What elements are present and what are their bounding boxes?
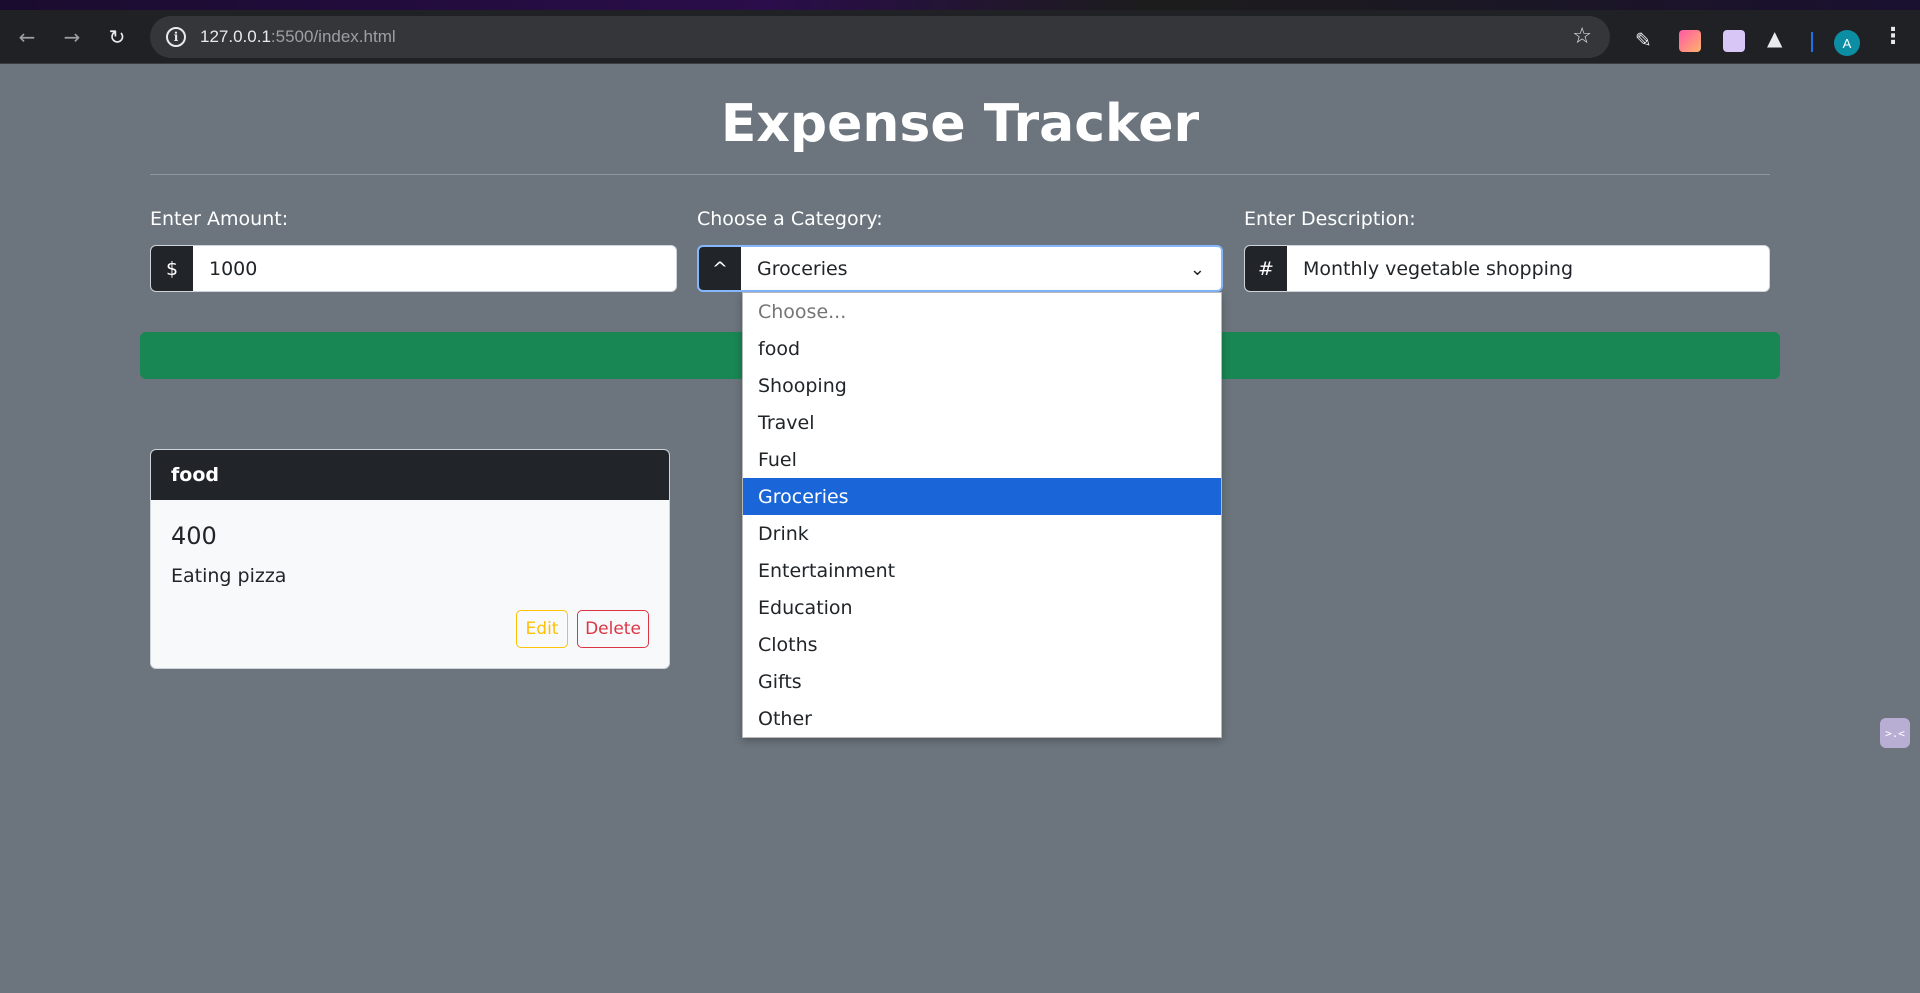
forward-arrow-icon[interactable]: → bbox=[55, 20, 89, 54]
amount-input[interactable]: 1000 bbox=[193, 246, 676, 291]
dropdown-option[interactable]: Travel bbox=[743, 404, 1221, 441]
expense-amount: 400 bbox=[171, 522, 217, 550]
floating-face-icon[interactable]: >.< bbox=[1880, 718, 1910, 748]
browser-toolbar: ← → ↻ i 127.0.0.1:5500/index.html ☆ ✎ ▲ … bbox=[0, 10, 1920, 64]
url-text: 127.0.0.1:5500/index.html bbox=[200, 27, 396, 47]
address-bar[interactable]: i 127.0.0.1:5500/index.html ☆ bbox=[150, 16, 1610, 58]
category-input-group: ^ Groceries ⌄ bbox=[697, 245, 1223, 292]
category-dropdown-list: Choose... food Shooping Travel Fuel Groceries… bbox=[742, 292, 1222, 738]
dropdown-option[interactable]: Cloths bbox=[743, 626, 1221, 663]
tab-strip bbox=[0, 0, 1920, 10]
dropdown-option[interactable]: Choose... bbox=[743, 293, 1221, 330]
url-path: :5500/index.html bbox=[270, 27, 396, 46]
caret-addon: ^ bbox=[699, 247, 741, 290]
dollar-addon: $ bbox=[151, 246, 193, 291]
dropdown-option[interactable]: Shooping bbox=[743, 367, 1221, 404]
extensions-puzzle-icon[interactable]: ▲ bbox=[1767, 26, 1789, 50]
eyedropper-extension-icon[interactable]: ✎ bbox=[1635, 28, 1657, 52]
dropdown-option[interactable]: Groceries bbox=[743, 478, 1221, 515]
expense-description: Eating pizza bbox=[171, 565, 287, 587]
chevron-down-icon: ⌄ bbox=[1189, 259, 1205, 280]
profile-avatar[interactable]: A bbox=[1834, 30, 1860, 56]
category-selected-value: Groceries bbox=[757, 257, 848, 280]
dropdown-option[interactable]: Fuel bbox=[743, 441, 1221, 478]
description-label: Enter Description: bbox=[1244, 208, 1416, 230]
bookmark-star-icon[interactable]: ☆ bbox=[1572, 24, 1592, 49]
description-input-group: # Monthly vegetable shopping bbox=[1244, 245, 1770, 292]
hash-addon: # bbox=[1245, 246, 1287, 291]
edit-button[interactable]: Edit bbox=[516, 610, 568, 648]
site-info-icon[interactable]: i bbox=[166, 27, 186, 47]
description-input[interactable]: Monthly vegetable shopping bbox=[1287, 246, 1769, 291]
amount-label: Enter Amount: bbox=[150, 208, 289, 230]
dropdown-option[interactable]: Education bbox=[743, 589, 1221, 626]
back-arrow-icon[interactable]: ← bbox=[10, 20, 44, 54]
gradient-extension-icon[interactable] bbox=[1679, 30, 1701, 52]
page-content: Expense Tracker Enter Amount: $ 1000 Cho… bbox=[0, 64, 1920, 993]
url-host: 127.0.0.1 bbox=[200, 27, 271, 46]
face-extension-icon[interactable] bbox=[1723, 30, 1745, 52]
dropdown-option[interactable]: food bbox=[743, 330, 1221, 367]
expense-category: food bbox=[151, 450, 669, 500]
title-divider bbox=[150, 174, 1770, 175]
dropdown-option[interactable]: Other bbox=[743, 700, 1221, 737]
dropdown-option[interactable]: Entertainment bbox=[743, 552, 1221, 589]
dropdown-option[interactable]: Gifts bbox=[743, 663, 1221, 700]
category-label: Choose a Category: bbox=[697, 208, 883, 230]
expense-card: food 400 Eating pizza Edit Delete bbox=[150, 449, 670, 669]
reload-icon[interactable]: ↻ bbox=[100, 20, 134, 54]
toolbar-separator bbox=[1811, 32, 1813, 52]
amount-input-group: $ 1000 bbox=[150, 245, 677, 292]
delete-button[interactable]: Delete bbox=[577, 610, 649, 648]
category-select[interactable]: Groceries ⌄ bbox=[741, 247, 1221, 290]
page-title: Expense Tracker bbox=[720, 94, 1200, 154]
dropdown-option[interactable]: Drink bbox=[743, 515, 1221, 552]
menu-kebab-icon[interactable]: ⋮ bbox=[1882, 24, 1904, 49]
